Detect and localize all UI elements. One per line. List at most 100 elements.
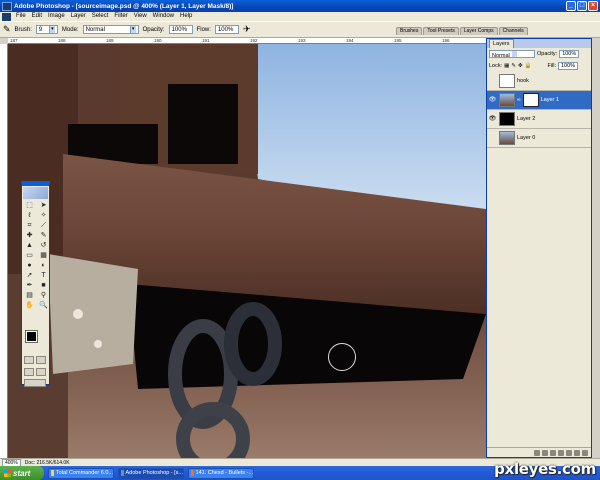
eye-icon[interactable]: 👁 (488, 115, 497, 124)
foreground-color-swatch[interactable] (25, 330, 38, 343)
well-tab-brushes[interactable]: Brushes (396, 27, 423, 35)
menu-select[interactable]: Select (89, 12, 112, 21)
lasso-tool-icon[interactable]: ℓ (24, 211, 35, 220)
document-size: Doc: 216.5K/614.0K (24, 459, 70, 466)
brush-tool-icon[interactable]: ✎ (38, 231, 49, 240)
layer-row-layer-2[interactable]: 👁 Layer 2 (487, 110, 591, 129)
healing-tool-icon[interactable]: ✚ (24, 231, 35, 240)
close-button[interactable]: × (588, 1, 598, 11)
brush-size-value: 9 (38, 26, 43, 33)
type-tool-icon[interactable]: T (38, 271, 49, 280)
taskbar-item-total-commander[interactable]: Total Commander 6.0... (48, 467, 114, 479)
well-tab-layer-comps[interactable]: Layer Comps (459, 27, 498, 35)
menu-view[interactable]: View (131, 12, 150, 21)
fill-input[interactable]: 100% (558, 62, 579, 70)
menu-layer[interactable]: Layer (68, 12, 89, 21)
shape-tool-icon[interactable]: ■ (38, 281, 49, 290)
mode-select[interactable]: Normal ▾ (82, 25, 139, 34)
new-group-icon[interactable] (566, 449, 572, 456)
menu-help[interactable]: Help (177, 12, 195, 21)
blend-mode-select[interactable]: Normal (489, 50, 535, 59)
jump-to-imageready-button[interactable] (24, 379, 46, 387)
start-button[interactable]: start (0, 466, 44, 480)
history-brush-tool-icon[interactable]: ↺ (38, 241, 49, 250)
screen-mode-standard-button[interactable] (24, 368, 34, 376)
zoom-tool-icon[interactable]: 🔍 (38, 301, 49, 310)
brush-size-picker[interactable]: 9 ▾ (35, 25, 58, 34)
eyedropper-tool-icon[interactable]: ⚲ (38, 291, 49, 300)
move-tool-icon[interactable]: ➤ (38, 201, 49, 210)
menu-window[interactable]: Window (150, 12, 177, 21)
blur-tool-icon[interactable]: ● (24, 261, 35, 270)
brush-tool-icon[interactable]: ✎ (3, 24, 11, 35)
brush-cursor (328, 343, 356, 371)
lock-all-icon[interactable]: 🔒 (525, 63, 532, 69)
airbrush-icon[interactable]: ✈ (243, 24, 251, 35)
opacity-input[interactable]: 100% (168, 25, 193, 34)
pen-tool-icon[interactable]: ✒ (24, 281, 35, 290)
menu-edit[interactable]: Edit (29, 12, 45, 21)
taskbar-item-label: 141. Chesd - Bullets -... (195, 470, 253, 476)
ruler-tick: 194 (346, 38, 354, 43)
layer-row-layer-1[interactable]: 👁 ∞ Layer 1 (487, 91, 591, 110)
menu-file[interactable]: File (13, 12, 29, 21)
lock-row: Lock: ▦ ✎ ✥ 🔒 Fill: 100% (487, 60, 591, 72)
tab-layers[interactable]: Layers (489, 39, 514, 48)
crop-tool-icon[interactable]: ⌗ (24, 221, 35, 230)
hand-tool-icon[interactable]: ✋ (24, 301, 35, 310)
notes-tool-icon[interactable]: ▤ (24, 291, 35, 300)
magic-wand-tool-icon[interactable]: ✧ (38, 211, 49, 220)
lock-position-icon[interactable]: ✥ (518, 63, 523, 69)
marquee-tool-icon[interactable]: ⬚ (24, 201, 35, 210)
stamp-tool-icon[interactable]: ▲ (24, 241, 35, 250)
layer-mask-thumbnail[interactable] (522, 93, 539, 107)
chevron-down-icon: ▾ (129, 26, 136, 33)
link-layers-icon[interactable] (534, 449, 540, 456)
blend-mode-value: Normal (492, 53, 510, 59)
brush-label: Brush: (14, 26, 32, 33)
eye-icon[interactable]: 👁 (488, 96, 497, 105)
layer-thumbnail (499, 74, 515, 88)
ruler-tick: 196 (442, 38, 450, 43)
document-canvas[interactable] (8, 44, 486, 458)
dodge-tool-icon[interactable]: ◐ (38, 261, 49, 270)
taskbar-item-browser[interactable]: 141. Chesd - Bullets -... (188, 467, 254, 479)
pxleyes-watermark: pxleyes.com (494, 460, 596, 478)
menu-filter[interactable]: Filter (111, 12, 130, 21)
layer-thumbnail (499, 93, 515, 107)
quick-mask-button[interactable] (36, 356, 46, 364)
screen-mode-full-button[interactable] (36, 368, 46, 376)
layer-thumbnail (499, 112, 515, 126)
layer-row-layer-0[interactable]: Layer 0 (487, 129, 591, 148)
taskbar-item-photoshop[interactable]: Adobe Photoshop - [s... (118, 467, 184, 479)
lock-image-icon[interactable]: ✎ (511, 63, 516, 69)
eraser-tool-icon[interactable]: ▭ (24, 251, 35, 260)
vertical-ruler (0, 44, 8, 458)
menu-bar: File Edit Image Layer Select Filter View… (0, 12, 600, 21)
maximize-button[interactable]: □ (577, 1, 587, 11)
window-title: Adobe Photoshop - [sourceimage.psd @ 400… (14, 2, 234, 10)
visibility-toggle[interactable] (488, 77, 497, 86)
menu-image[interactable]: Image (45, 12, 68, 21)
layer-row-hook[interactable]: hook (487, 72, 591, 91)
path-selection-tool-icon[interactable]: ➚ (24, 271, 35, 280)
chain-link-icon[interactable]: ∞ (517, 97, 521, 103)
standard-mode-button[interactable] (24, 356, 34, 364)
layer-opacity-input[interactable]: 100% (559, 50, 580, 58)
visibility-toggle[interactable] (488, 134, 497, 143)
flow-input[interactable]: 100% (214, 25, 239, 34)
folder-icon (51, 470, 54, 476)
gradient-tool-icon[interactable]: ▦ (38, 251, 49, 260)
ruler-tick: 188 (58, 38, 66, 43)
well-tab-channels[interactable]: Channels (498, 27, 528, 35)
adjustment-layer-icon[interactable] (558, 449, 564, 456)
trash-icon[interactable] (582, 449, 588, 456)
minimize-button[interactable]: _ (566, 1, 576, 11)
slice-tool-icon[interactable]: ⟋ (38, 221, 49, 230)
layer-style-icon[interactable] (542, 449, 548, 456)
layers-panel-footer (487, 447, 591, 457)
lock-transparency-icon[interactable]: ▦ (504, 63, 509, 69)
well-tab-tool-presets[interactable]: Tool Presets (423, 27, 459, 35)
add-mask-icon[interactable] (550, 449, 556, 456)
new-layer-icon[interactable] (574, 449, 580, 456)
